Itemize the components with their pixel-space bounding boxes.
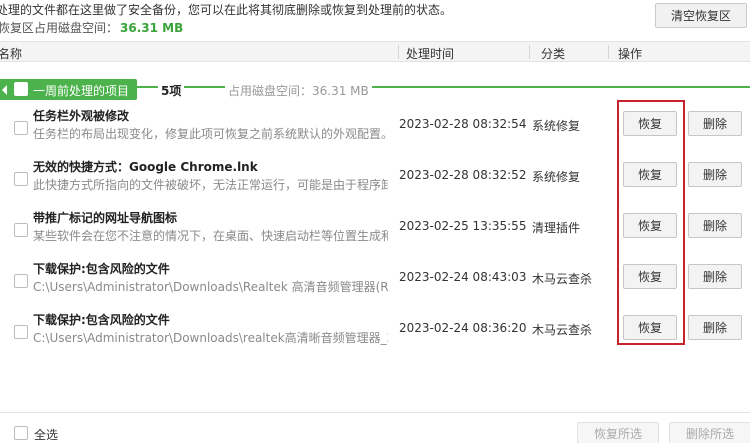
table-header: 名称 处理时间 分类 操作 xyxy=(0,41,750,62)
restore-selected-button[interactable]: 恢复所选 xyxy=(577,422,659,443)
item-category: 清理插件 xyxy=(532,221,581,235)
select-all-label[interactable]: 全选 xyxy=(34,426,58,443)
clear-recovery-button[interactable]: 清空恢复区 xyxy=(655,3,747,28)
item-description: 此快捷方式所指向的文件被破坏，无法正常运行，可能是由于程序卸载... xyxy=(33,178,388,192)
row-checkbox[interactable] xyxy=(14,223,28,237)
item-category: 木马云查杀 xyxy=(532,323,593,337)
group-header[interactable]: 一周前处理的项目 xyxy=(0,79,137,100)
collapse-arrow-icon[interactable] xyxy=(2,85,7,95)
row-checkbox[interactable] xyxy=(14,274,28,288)
group-checkbox[interactable] xyxy=(14,82,28,96)
top-bar: 处理的文件都在这里做了安全备份，您可以在此将其彻底删除或恢复到处理前的状态。 恢… xyxy=(0,0,750,40)
item-description: C:\Users\Administrator\Downloads\realtek… xyxy=(33,331,388,345)
delete-button[interactable]: 删除 xyxy=(688,111,742,136)
item-time: 2023-02-24 08:36:20 xyxy=(399,321,527,335)
column-divider[interactable] xyxy=(398,45,399,59)
delete-button[interactable]: 删除 xyxy=(688,162,742,187)
select-all-checkbox[interactable] xyxy=(14,426,28,440)
column-header-category[interactable]: 分类 xyxy=(541,45,565,62)
item-category: 系统修复 xyxy=(532,119,581,133)
delete-button[interactable]: 删除 xyxy=(688,213,742,238)
item-description: 某些软件会在您不注意的情况下，在桌面、快速启动栏等位置生成和软... xyxy=(33,229,388,243)
column-header-time[interactable]: 处理时间 xyxy=(406,45,454,62)
item-time: 2023-02-28 08:32:54 xyxy=(399,117,527,131)
item-time: 2023-02-25 13:35:55 xyxy=(399,219,527,233)
item-time: 2023-02-28 08:32:52 xyxy=(399,168,527,182)
column-header-action: 操作 xyxy=(618,47,643,61)
column-divider[interactable] xyxy=(608,45,609,59)
item-title: 下载保护:包含风险的文件 xyxy=(33,313,170,327)
item-title: 任务栏外观被修改 xyxy=(33,109,130,123)
item-title: 带推广标记的网址导航图标 xyxy=(33,211,178,225)
row-checkbox[interactable] xyxy=(14,325,28,339)
item-title: 无效的快捷方式：Google Chrome.lnk xyxy=(33,160,258,174)
group-label: 一周前处理的项目 xyxy=(33,84,130,98)
recovery-space-label: 恢复区占用磁盘空间： xyxy=(0,21,119,35)
group-item-count: 5项 xyxy=(158,82,185,99)
column-divider[interactable] xyxy=(529,45,530,59)
restore-buttons-highlight xyxy=(617,100,685,345)
group-space-info: 占用磁盘空间：36.31 MB xyxy=(225,82,372,99)
recovery-description: 处理的文件都在这里做了安全备份，您可以在此将其彻底删除或恢复到处理前的状态。 xyxy=(0,3,453,17)
item-description: 任务栏的布局出现变化，修复此项可恢复之前系统默认的外观配置。 xyxy=(33,127,388,141)
recovery-space-info: 恢复区占用磁盘空间： 36.31 MB xyxy=(0,19,183,36)
row-checkbox[interactable] xyxy=(14,172,28,186)
item-description: C:\Users\Administrator\Downloads\Realtek… xyxy=(33,280,388,294)
item-title: 下载保护:包含风险的文件 xyxy=(33,262,170,276)
item-category: 系统修复 xyxy=(532,170,581,184)
delete-button[interactable]: 删除 xyxy=(688,315,742,340)
footer-bar: 全选 恢复所选 删除所选 xyxy=(0,412,750,443)
row-checkbox[interactable] xyxy=(14,121,28,135)
recovery-space-value: 36.31 MB xyxy=(120,21,184,35)
delete-button[interactable]: 删除 xyxy=(688,264,742,289)
item-category: 木马云查杀 xyxy=(532,272,593,286)
item-time: 2023-02-24 08:43:03 xyxy=(399,270,527,284)
delete-selected-button[interactable]: 删除所选 xyxy=(669,422,750,443)
column-header-name[interactable]: 名称 xyxy=(0,45,22,62)
